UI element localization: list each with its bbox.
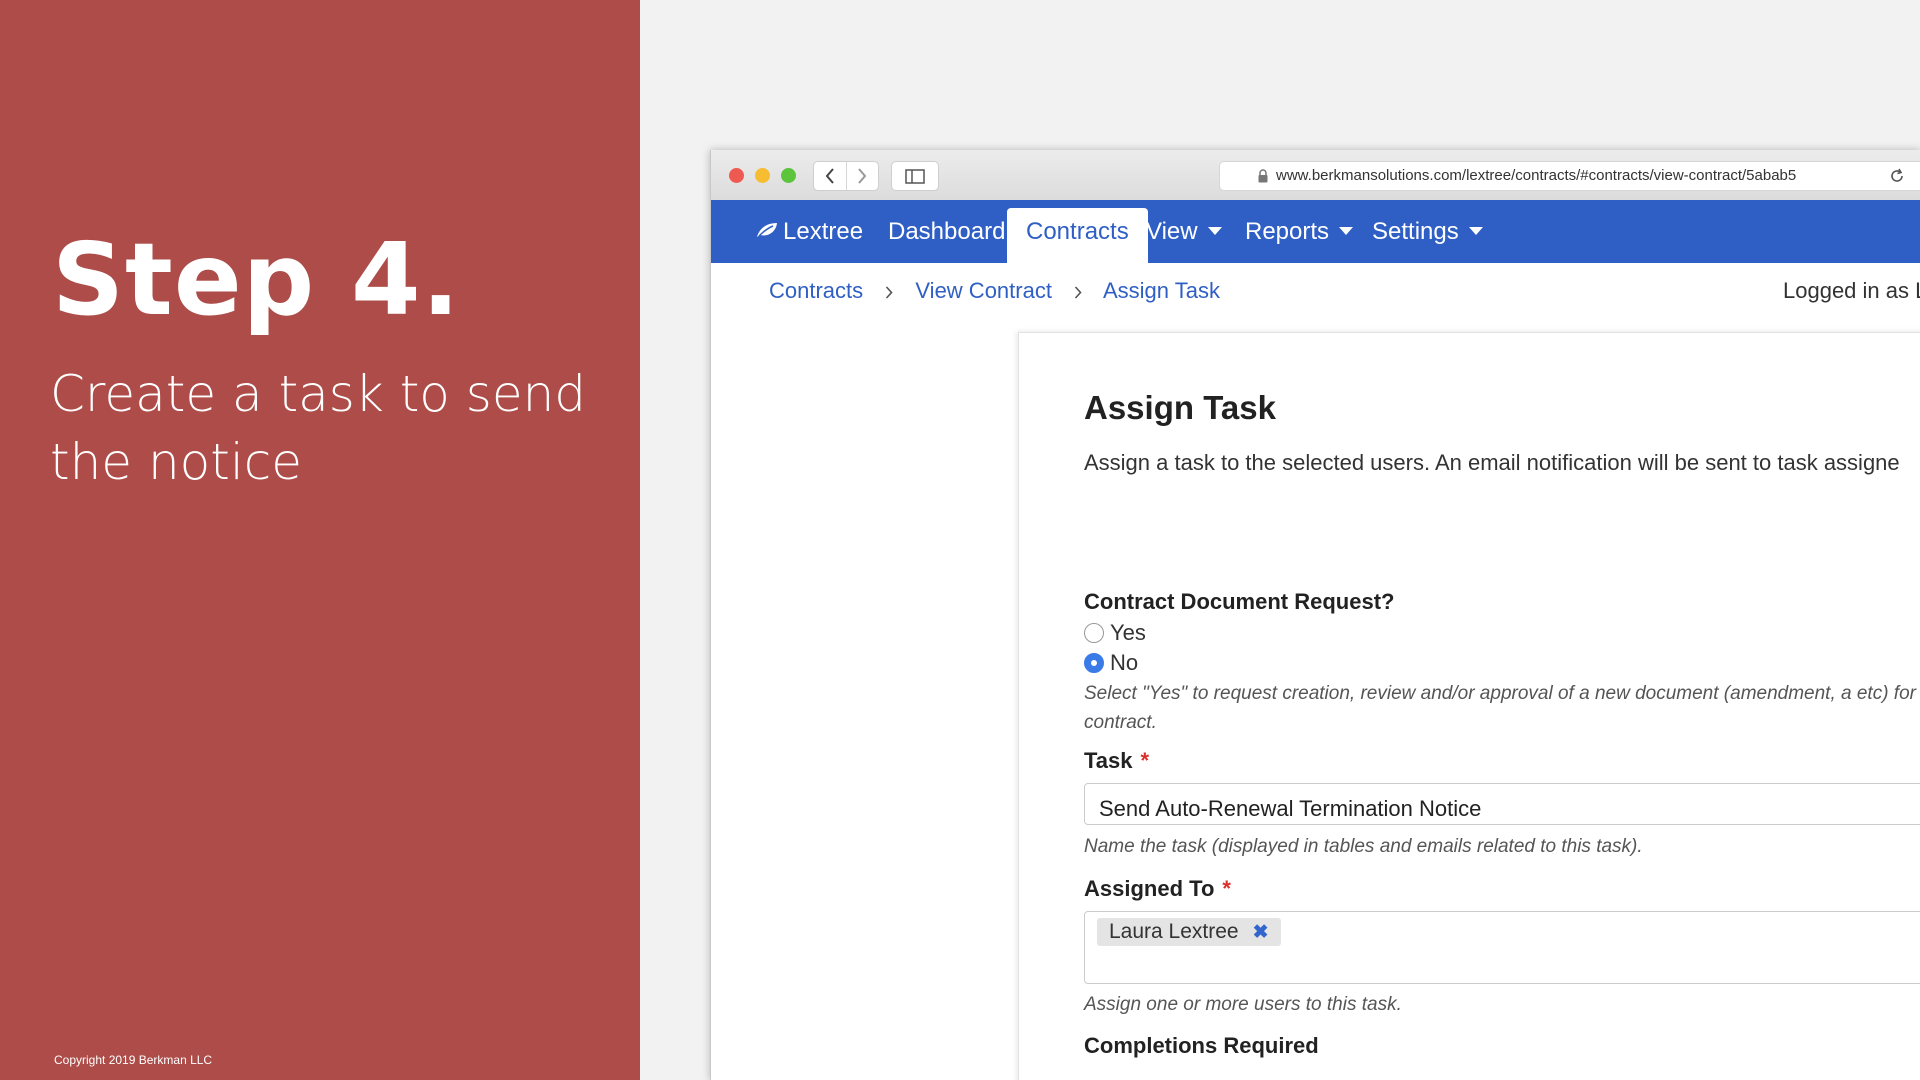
step-subtitle: Create a task to send the notice xyxy=(50,365,587,491)
form-title: Assign Task xyxy=(1084,389,1276,426)
nav-dashboard[interactable]: Dashboard xyxy=(888,200,1005,263)
browser-window: www.berkmansolutions.com/lextree/contrac… xyxy=(710,150,1920,1080)
breadcrumb-assign-task[interactable]: Assign Task xyxy=(1103,278,1220,303)
browser-titlebar: www.berkmansolutions.com/lextree/contrac… xyxy=(711,150,1920,201)
close-window-button[interactable] xyxy=(729,168,744,183)
assignee-tag: Laura Lextree ✖ xyxy=(1097,918,1281,946)
assigned-to-label: Assigned To * xyxy=(1084,876,1231,902)
minimize-window-button[interactable] xyxy=(755,168,770,183)
required-mark: * xyxy=(1140,748,1150,773)
chevron-left-icon xyxy=(825,168,834,184)
nav-settings[interactable]: Settings xyxy=(1372,200,1483,263)
caret-down-icon xyxy=(1468,227,1483,236)
form-description: Assign a task to the selected users. An … xyxy=(1084,450,1900,475)
caret-down-icon xyxy=(1207,227,1222,236)
task-help: Name the task (displayed in tables and e… xyxy=(1084,836,1643,857)
assigned-to-help: Assign one or more users to this task. xyxy=(1084,994,1402,1015)
radio-no-button[interactable] xyxy=(1084,653,1104,673)
nav-reports[interactable]: Reports xyxy=(1245,200,1354,263)
caret-down-icon xyxy=(1339,227,1354,236)
address-bar[interactable]: www.berkmansolutions.com/lextree/contrac… xyxy=(1219,161,1920,191)
assigned-to-label-text: Assigned To xyxy=(1084,876,1215,901)
assignee-tag-label: Laura Lextree xyxy=(1109,920,1239,943)
nav-view-label: View xyxy=(1146,218,1198,245)
required-mark: * xyxy=(1222,876,1231,901)
reload-icon[interactable] xyxy=(1889,168,1905,184)
task-input[interactable]: Send Auto-Renewal Termination Notice xyxy=(1084,783,1920,825)
chevron-right-icon xyxy=(886,286,893,299)
logged-in-status: Logged in as L xyxy=(1783,278,1920,303)
radio-option-no[interactable]: No xyxy=(1084,650,1138,676)
top-nav: Lextree Dashboard Contracts View Reports… xyxy=(711,200,1920,263)
remove-tag-icon[interactable]: ✖ xyxy=(1253,921,1269,944)
breadcrumb: Contracts View Contract Assign Task xyxy=(769,278,1220,304)
assign-task-form: Assign Task Assign a task to the selecte… xyxy=(1018,332,1920,1080)
brand-link[interactable]: Lextree xyxy=(756,200,863,263)
leaf-icon xyxy=(757,222,777,237)
zoom-window-button[interactable] xyxy=(781,168,796,183)
contract-request-label: Contract Document Request? xyxy=(1084,589,1395,614)
completions-required-label: Completions Required xyxy=(1084,1033,1319,1058)
nav-reports-label: Reports xyxy=(1245,218,1330,245)
task-input-value: Send Auto-Renewal Termination Notice xyxy=(1099,796,1482,821)
url-text: www.berkmansolutions.com/lextree/contrac… xyxy=(1276,167,1797,184)
radio-no-label: No xyxy=(1110,650,1139,675)
chevron-right-icon xyxy=(858,168,867,184)
step-title: Step 4. xyxy=(52,221,461,338)
radio-yes-button[interactable] xyxy=(1084,623,1104,643)
assigned-to-select[interactable]: Laura Lextree ✖ xyxy=(1084,911,1920,984)
brand-name: Lextree xyxy=(783,218,864,245)
nav-settings-label: Settings xyxy=(1372,218,1459,245)
forward-button[interactable] xyxy=(845,162,879,190)
copyright: Copyright 2019 Berkman LLC xyxy=(54,1053,213,1067)
nav-view[interactable]: View xyxy=(1146,200,1222,263)
contract-request-help: Select "Yes" to request creation, review… xyxy=(1084,683,1920,733)
back-button[interactable] xyxy=(814,162,846,190)
task-label-text: Task xyxy=(1084,748,1133,773)
task-label: Task * xyxy=(1084,748,1149,774)
sidebar-toggle-button[interactable] xyxy=(891,161,939,191)
slide-panel: Step 4. Create a task to send the notice… xyxy=(0,0,640,1080)
breadcrumb-contracts[interactable]: Contracts xyxy=(769,278,863,303)
sidebar-icon xyxy=(905,168,925,184)
history-nav xyxy=(813,161,879,191)
lock-icon xyxy=(1258,169,1268,183)
radio-option-yes[interactable]: Yes xyxy=(1084,620,1146,646)
radio-yes-label: Yes xyxy=(1110,620,1146,645)
breadcrumb-view-contract[interactable]: View Contract xyxy=(915,278,1052,303)
chevron-right-icon xyxy=(1074,286,1082,299)
nav-contracts[interactable]: Contracts xyxy=(1007,208,1148,263)
